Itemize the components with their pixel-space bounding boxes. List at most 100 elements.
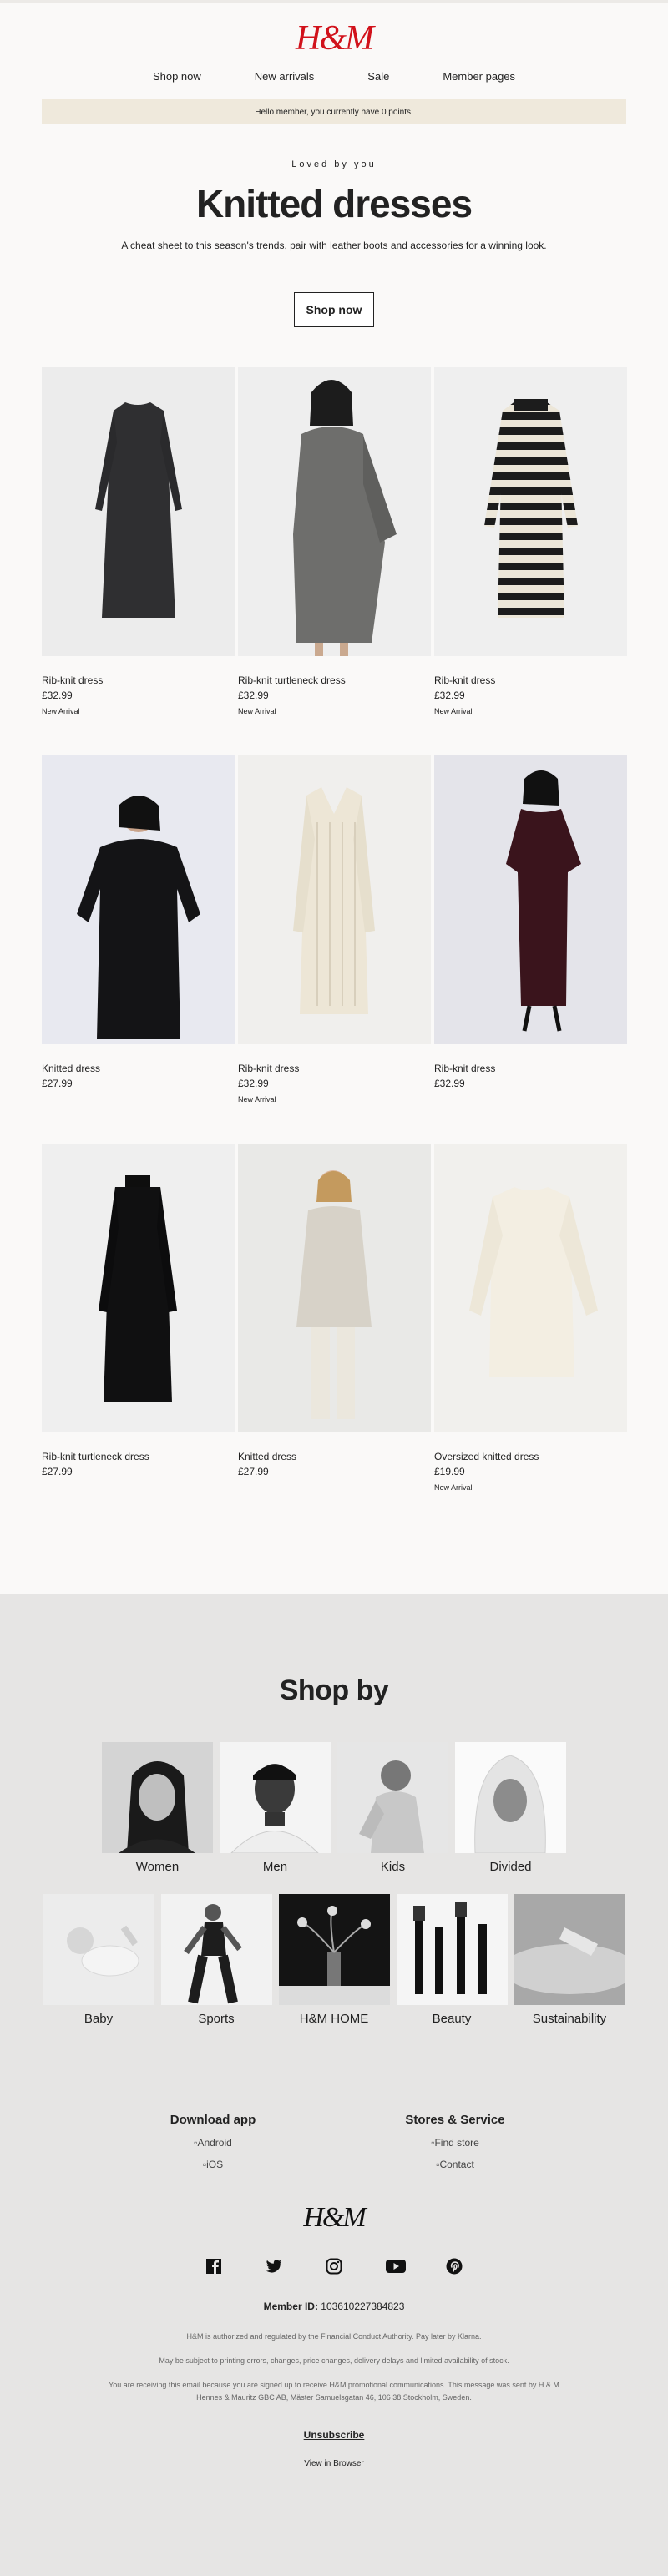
product-tag: New Arrival: [238, 1095, 276, 1104]
ios-label: iOS: [206, 2159, 224, 2170]
hero-eyebrow: Loved by you: [291, 159, 377, 169]
member-id-value: 103610227384823: [321, 2301, 405, 2312]
category-label[interactable]: H&M HOME: [279, 2012, 390, 2026]
download-app-column: Download app ▫Android ▫iOS: [154, 2113, 271, 2170]
member-id-line: Member ID: 103610227384823: [0, 2301, 668, 2312]
footer-logo[interactable]: H&M: [0, 2202, 668, 2234]
product-name[interactable]: Rib-knit turtleneck dress: [42, 1451, 235, 1462]
product-image[interactable]: [434, 1144, 627, 1432]
footer-logo-text: H&M: [303, 2202, 366, 2233]
nav-new-arrivals[interactable]: New arrivals: [228, 70, 342, 83]
product-price: £27.99: [238, 1466, 269, 1477]
category-image[interactable]: [514, 1894, 625, 2005]
product-tag: New Arrival: [238, 707, 276, 715]
product-image[interactable]: [42, 755, 235, 1044]
category-label[interactable]: Women: [102, 1860, 213, 1874]
category-label[interactable]: Baby: [43, 2012, 154, 2026]
product-card[interactable]: Knitted dress £27.99: [42, 755, 235, 1104]
instagram-icon[interactable]: [325, 2257, 343, 2275]
category-label[interactable]: Men: [220, 1860, 331, 1874]
brand-logo[interactable]: H&M: [0, 3, 668, 58]
product-price: £19.99: [434, 1466, 465, 1477]
category-image[interactable]: [337, 1742, 448, 1853]
view-in-browser-link[interactable]: View in Browser: [0, 2459, 668, 2468]
product-image[interactable]: [238, 367, 431, 656]
points-banner: Hello member, you currently have 0 point…: [42, 99, 626, 124]
pinterest-icon[interactable]: [445, 2257, 463, 2275]
category-image[interactable]: [455, 1742, 566, 1853]
android-label: Android: [197, 2137, 232, 2149]
email-page: H&M Shop now New arrivals Sale Member pa…: [0, 0, 668, 2576]
product-name[interactable]: Rib-knit dress: [434, 1063, 627, 1074]
android-link[interactable]: ▫Android: [154, 2137, 271, 2149]
product-name[interactable]: Rib-knit dress: [238, 1063, 431, 1074]
social-links: [0, 2257, 668, 2275]
main-nav: Shop now New arrivals Sale Member pages: [0, 70, 668, 83]
product-name[interactable]: Rib-knit dress: [434, 674, 627, 686]
product-image[interactable]: [238, 1144, 431, 1432]
category-divided[interactable]: Divided: [455, 1742, 566, 1874]
product-tag: New Arrival: [42, 707, 80, 715]
category-label[interactable]: Sustainability: [514, 2012, 625, 2026]
ios-link[interactable]: ▫iOS: [154, 2159, 271, 2170]
product-image[interactable]: [434, 367, 627, 656]
nav-member-pages[interactable]: Member pages: [416, 70, 542, 83]
category-hm-home[interactable]: H&M HOME: [278, 1894, 390, 2026]
product-image[interactable]: [434, 755, 627, 1044]
category-image[interactable]: [396, 1894, 508, 2005]
hero-title: Knitted dresses: [195, 182, 473, 225]
nav-shop-now[interactable]: Shop now: [126, 70, 228, 83]
product-card[interactable]: Rib-knit turtleneck dress £27.99: [42, 1144, 235, 1492]
product-name[interactable]: Rib-knit turtleneck dress: [238, 674, 431, 686]
category-label[interactable]: Kids: [337, 1860, 448, 1874]
category-image[interactable]: [43, 1894, 154, 2005]
product-name[interactable]: Knitted dress: [238, 1451, 431, 1462]
category-image[interactable]: [220, 1742, 331, 1853]
product-card[interactable]: Rib-knit dress £32.99 New Arrival: [434, 367, 627, 715]
category-kids[interactable]: Kids: [337, 1742, 448, 1874]
product-image[interactable]: [42, 367, 235, 656]
category-image[interactable]: [160, 1894, 272, 2005]
product-price: £27.99: [42, 1466, 73, 1477]
category-baby[interactable]: Baby: [43, 1894, 154, 2026]
member-id-label: Member ID:: [263, 2301, 318, 2312]
category-men[interactable]: Men: [220, 1742, 331, 1874]
product-name[interactable]: Oversized knitted dress: [434, 1451, 627, 1462]
product-price: £32.99: [42, 689, 73, 701]
youtube-icon[interactable]: [385, 2257, 406, 2275]
footer-links: Download app ▫Android ▫iOS Stores & Serv…: [0, 2113, 668, 2170]
shop-now-button[interactable]: Shop now: [293, 292, 375, 327]
unsubscribe-link[interactable]: Unsubscribe: [0, 2429, 668, 2441]
product-card[interactable]: Rib-knit dress £32.99 New Arrival: [238, 755, 431, 1104]
product-card[interactable]: Oversized knitted dress £19.99 New Arriv…: [434, 1144, 627, 1492]
shop-by-section: Shop by Women Men Kids Divided Baby Spor…: [0, 1594, 668, 2576]
product-price: £27.99: [42, 1078, 73, 1089]
product-price: £32.99: [434, 689, 465, 701]
category-image[interactable]: [278, 1894, 390, 2005]
product-price: £32.99: [238, 689, 269, 701]
stores-service-title: Stores & Service: [405, 2113, 505, 2127]
product-name[interactable]: Knitted dress: [42, 1063, 235, 1074]
twitter-icon[interactable]: [265, 2257, 283, 2275]
product-card[interactable]: Rib-knit turtleneck dress £32.99 New Arr…: [238, 367, 431, 715]
product-card[interactable]: Rib-knit dress £32.99: [434, 755, 627, 1104]
product-image[interactable]: [238, 755, 431, 1044]
category-women[interactable]: Women: [102, 1742, 213, 1874]
category-sports[interactable]: Sports: [160, 1894, 272, 2026]
category-label[interactable]: Divided: [455, 1860, 566, 1874]
category-beauty[interactable]: Beauty: [396, 1894, 508, 2026]
nav-sale[interactable]: Sale: [341, 70, 416, 83]
contact-link[interactable]: ▫Contact: [397, 2159, 514, 2170]
category-image[interactable]: [102, 1742, 213, 1853]
points-text: Hello member, you currently have 0 point…: [255, 107, 413, 117]
category-label[interactable]: Sports: [161, 2012, 272, 2026]
product-image[interactable]: [42, 1144, 235, 1432]
facebook-icon[interactable]: [205, 2257, 223, 2275]
category-sustainability[interactable]: Sustainability: [514, 1894, 625, 2026]
product-card[interactable]: Rib-knit dress £32.99 New Arrival: [42, 367, 235, 715]
product-name[interactable]: Rib-knit dress: [42, 674, 235, 686]
category-label[interactable]: Beauty: [397, 2012, 508, 2026]
product-price: £32.99: [238, 1078, 269, 1089]
find-store-link[interactable]: ▫Find store: [397, 2137, 514, 2149]
product-card[interactable]: Knitted dress £27.99: [238, 1144, 431, 1492]
